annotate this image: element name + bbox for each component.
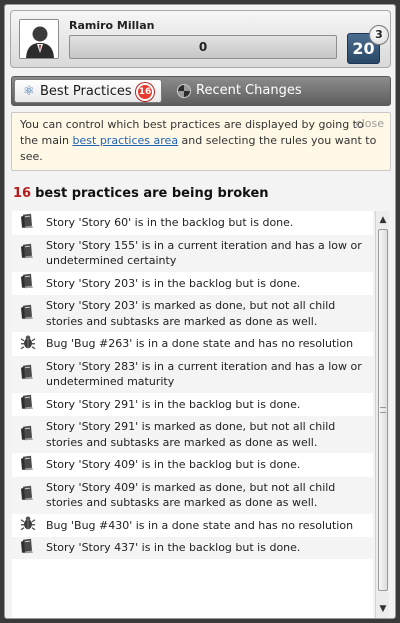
tab-label: Best Practices (40, 84, 132, 99)
practice-item-text: Story 'Story 437' is in the backlog but … (46, 541, 301, 554)
practice-item-text: Bug 'Bug #430' is in a done state and ha… (46, 518, 354, 532)
practice-item-text: Bug 'Bug #263' is in a done state and ha… (46, 337, 354, 350)
practice-item[interactable]: Story 'Story 437' is in the backlog but … (12, 536, 373, 559)
practice-item-text: Story 'Story 291' is in the backlog but … (46, 397, 301, 411)
practice-item[interactable]: Story 'Story 155' is in a current iterat… (12, 233, 373, 272)
atom-icon: ⚛ (23, 84, 35, 99)
avatar[interactable] (19, 19, 59, 59)
practice-item[interactable]: Bug 'Bug #263' is in a done state and ha… (12, 332, 373, 355)
close-link[interactable]: close (356, 116, 384, 132)
best-practices-panel: Ramiro Millan 0 20 3 ⚛ Best Practices 16… (4, 4, 396, 619)
practice-item[interactable]: Story 'Story 409' is in the backlog but … (12, 453, 373, 476)
book-icon (20, 243, 36, 264)
practice-item-text: Story 'Story 283' is in a current iterat… (46, 359, 362, 389)
book-icon (20, 394, 36, 415)
recent-changes-icon (176, 79, 192, 108)
practice-item-text: Story 'Story 203' is marked as done, but… (46, 299, 336, 328)
progress-value: 0 (198, 40, 208, 54)
scroll-down-icon[interactable]: ▼ (378, 604, 388, 614)
book-icon (20, 364, 36, 385)
best-practices-area-link[interactable]: best practices area (73, 134, 179, 147)
user-name: Ramiro Millan (69, 19, 155, 32)
practice-item-text: Story 'Story 60' is in the backlog but i… (46, 216, 294, 229)
grip-icon (380, 407, 386, 413)
tab-best-practices[interactable]: ⚛ Best Practices 16 (14, 79, 162, 103)
book-icon (20, 424, 36, 445)
book-icon (20, 213, 36, 234)
list-scrollbar[interactable]: ▲ ▼ (375, 211, 389, 618)
book-icon (20, 303, 36, 324)
practice-item-text: Story 'Story 291' is marked as done, but… (46, 420, 336, 449)
tab-recent-changes[interactable]: Recent Changes (170, 79, 370, 103)
book-icon (20, 273, 36, 294)
tab-label: Recent Changes (196, 83, 302, 98)
practice-item[interactable]: Story 'Story 409' is marked as done, but… (12, 475, 373, 514)
scroll-up-icon[interactable]: ▲ (378, 215, 388, 225)
practice-item-text: Story 'Story 409' is in the backlog but … (46, 458, 301, 471)
practice-item[interactable]: Story 'Story 291' is marked as done, but… (12, 415, 373, 453)
heading-text: best practices are being broken (35, 186, 269, 201)
practice-item[interactable]: Story 'Story 60' is in the backlog but i… (12, 211, 373, 234)
practice-item[interactable]: Story 'Story 283' is in a current iterat… (12, 354, 373, 393)
score-badge: 3 (369, 25, 389, 45)
book-icon (20, 455, 36, 476)
user-silhouette-icon (20, 20, 58, 58)
user-header: Ramiro Millan 0 20 3 (10, 10, 391, 68)
broken-count: 16 (13, 186, 32, 201)
practice-item[interactable]: Bug 'Bug #430' is in a done state and ha… (12, 513, 373, 537)
info-message: close You can control which best practic… (11, 112, 391, 171)
book-icon (20, 538, 36, 559)
practices-list: Story 'Story 60' is in the backlog but i… (12, 211, 373, 618)
bug-icon (20, 334, 36, 355)
practice-item[interactable]: Story 'Story 203' is marked as done, but… (12, 294, 373, 332)
practice-item[interactable]: Story 'Story 291' is in the backlog but … (12, 392, 373, 416)
bug-icon (20, 515, 36, 536)
practice-item-text: Story 'Story 155' is in a current iterat… (46, 238, 362, 268)
broken-practices-heading: 16 best practices are being broken (13, 186, 269, 201)
practice-item-text: Story 'Story 203' is in the backlog but … (46, 276, 301, 290)
practice-item[interactable]: Story 'Story 203' is in the backlog but … (12, 271, 373, 295)
experience-progress-bar: 0 (69, 35, 337, 59)
tab-count-badge: 16 (136, 83, 154, 101)
practice-item-text: Story 'Story 409' is marked as done, but… (46, 480, 336, 510)
scroll-thumb[interactable] (378, 229, 388, 591)
book-icon (20, 485, 36, 506)
tab-bar: ⚛ Best Practices 16 Recent Changes (11, 76, 391, 106)
